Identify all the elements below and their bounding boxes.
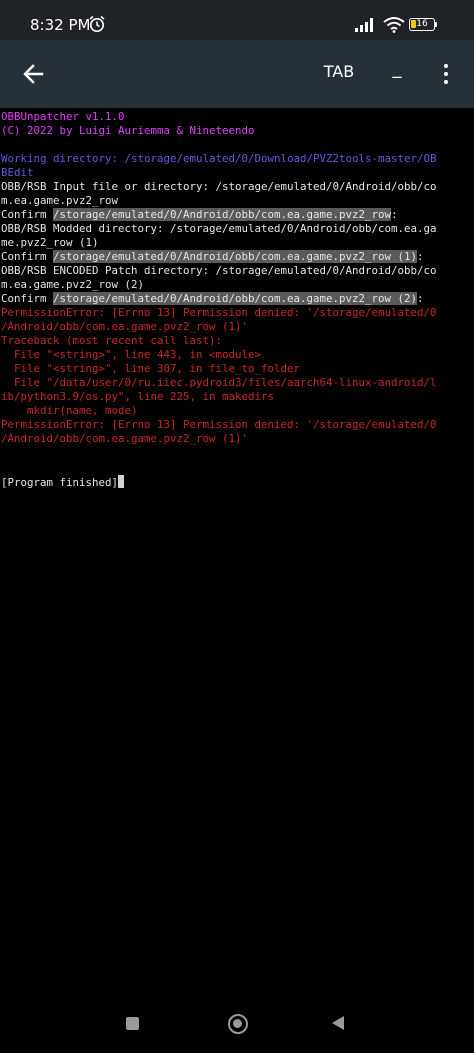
menu-dot — [444, 72, 448, 76]
confirm-colon: : — [417, 250, 424, 263]
confirm-label: Confirm — [1, 292, 54, 305]
confirm-path: /storage/emulated/0/Android/obb/com.ea.g… — [53, 250, 418, 263]
home-icon-dot — [233, 1019, 242, 1028]
status-bar: 8:32 PM 16 — [0, 0, 474, 40]
encoded-prompt-line: m.ea.game.pvz2_row (2) — [1, 278, 145, 291]
confirm-line: Confirm /storage/emulated/0/Android/obb/… — [1, 250, 424, 264]
error-line: /Android/obb/com.ea.game.pvz2_row (1)' — [1, 320, 249, 333]
battery-level: 16 — [416, 19, 428, 29]
traceback-line: ib/python3.9/os.py", line 225, in makedi… — [1, 390, 275, 403]
confirm-line: Confirm /storage/emulated/0/Android/obb/… — [1, 292, 424, 306]
header-line: (C) 2022 by Luigi Auriemma & Nineteendo — [1, 124, 255, 137]
menu-dot — [444, 80, 448, 84]
wifi-icon — [383, 17, 405, 33]
confirm-colon: : — [391, 208, 398, 221]
confirm-line: Confirm /storage/emulated/0/Android/obb/… — [1, 208, 398, 222]
underscore-key-button[interactable]: _ — [385, 58, 409, 86]
alarm-icon — [89, 15, 105, 32]
program-finished-line: [Program finished] — [1, 475, 125, 490]
menu-dot — [444, 64, 448, 68]
working-directory-line: Working directory: /storage/emulated/0/D… — [1, 152, 437, 165]
terminal-output[interactable]: OBBUnpatcher v1.1.0 (C) 2022 by Luigi Au… — [0, 110, 474, 990]
more-vertical-icon[interactable] — [436, 60, 456, 88]
home-icon[interactable] — [228, 1014, 248, 1034]
traceback-line: File "/data/user/0/ru.iiec.pydroid3/file… — [1, 376, 437, 389]
confirm-path: /storage/emulated/0/Android/obb/com.ea.g… — [53, 292, 418, 305]
header-line: OBBUnpatcher v1.1.0 — [1, 110, 125, 123]
traceback-line: mkdir(name, mode) — [1, 404, 138, 417]
recent-apps-icon[interactable] — [126, 1017, 139, 1030]
error-line: PermissionError: [Errno 13] Permission d… — [1, 306, 437, 319]
error-line: /Android/obb/com.ea.game.pvz2_row (1)' — [1, 432, 249, 445]
back-triangle-icon[interactable] — [332, 1016, 344, 1030]
traceback-line: File "<string>", line 443, in <module> — [1, 348, 262, 361]
working-directory-line: BEdit — [1, 166, 34, 179]
status-time: 8:32 PM — [30, 16, 91, 34]
error-line: PermissionError: [Errno 13] Permission d… — [1, 418, 437, 431]
modded-prompt-line: me.pvz2_row (1) — [1, 236, 99, 249]
traceback-line: Traceback (most recent call last): — [1, 334, 223, 347]
program-finished-text: [Program finished] — [1, 476, 119, 489]
app-bar: TAB _ — [0, 40, 474, 108]
battery-icon: 16 — [409, 18, 435, 31]
input-prompt-line: OBB/RSB Input file or directory: /storag… — [1, 180, 437, 193]
signal-icon — [355, 18, 373, 32]
confirm-label: Confirm — [1, 250, 54, 263]
traceback-line: File "<string>", line 307, in file_to_fo… — [1, 362, 301, 375]
tab-key-button[interactable]: TAB — [314, 62, 364, 86]
confirm-label: Confirm — [1, 208, 54, 221]
battery-tip — [435, 22, 437, 27]
modded-prompt-line: OBB/RSB Modded directory: /storage/emula… — [1, 222, 437, 235]
input-prompt-line: m.ea.game.pvz2_row — [1, 194, 119, 207]
arrow-left-icon — [23, 64, 44, 84]
confirm-path: /storage/emulated/0/Android/obb/com.ea.g… — [53, 208, 392, 221]
text-cursor — [118, 475, 125, 488]
back-button[interactable] — [18, 60, 50, 88]
navigation-bar — [0, 995, 474, 1053]
confirm-colon: : — [417, 292, 424, 305]
encoded-prompt-line: OBB/RSB ENCODED Patch directory: /storag… — [1, 264, 437, 277]
